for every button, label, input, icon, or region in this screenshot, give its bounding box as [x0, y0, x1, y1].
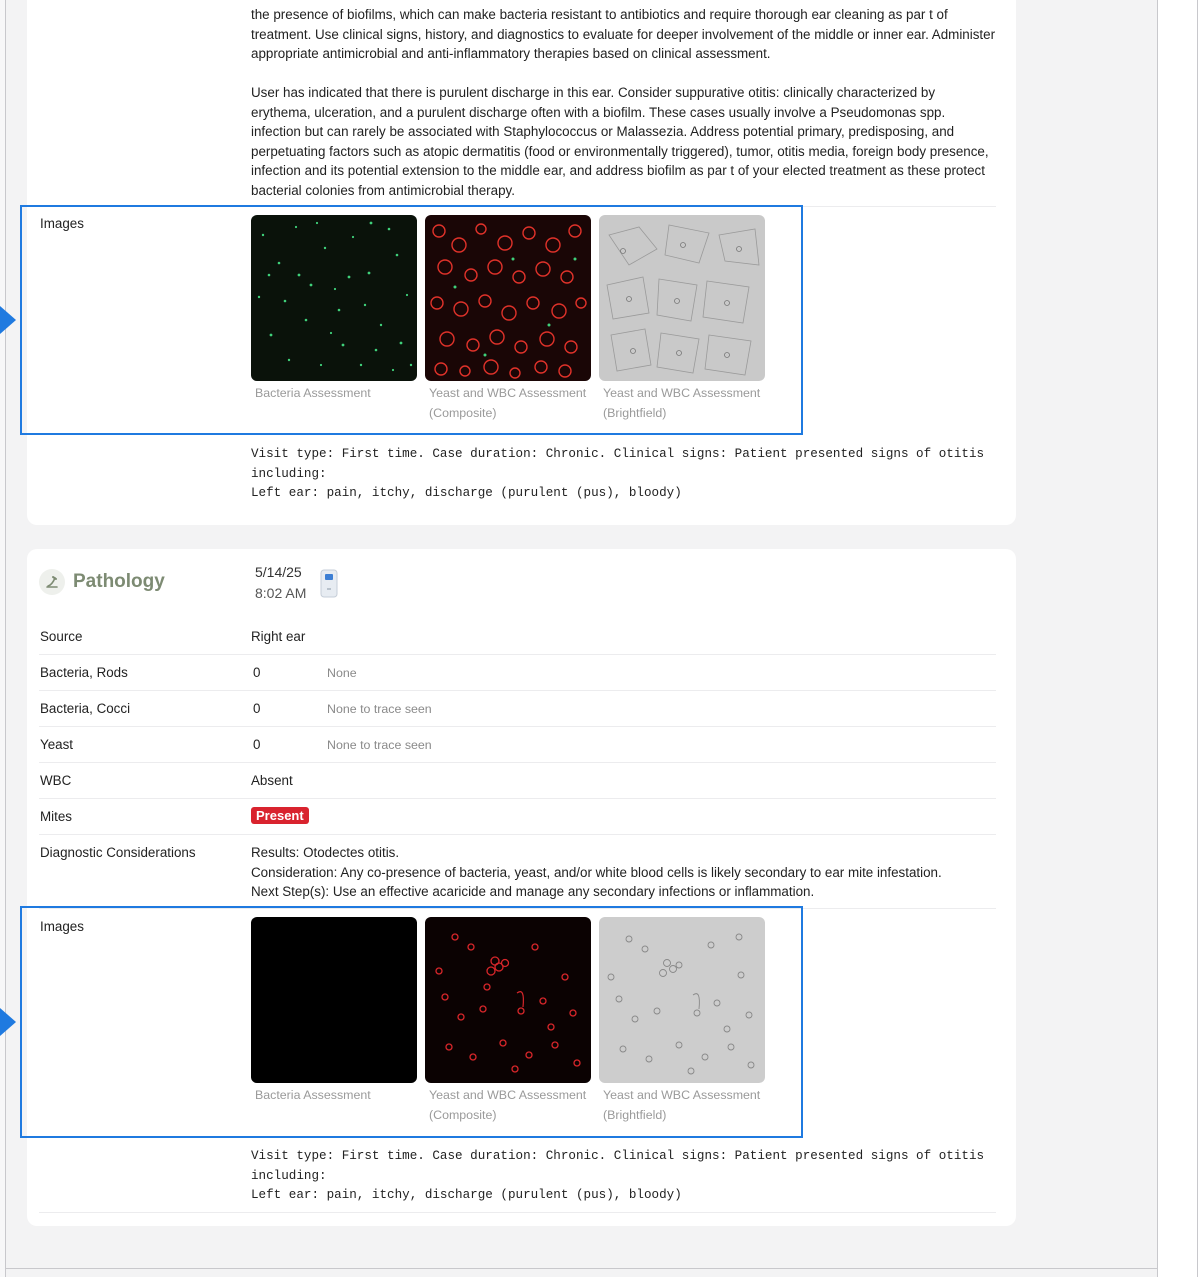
result-datetime: 5/14/25 8:02 AM [255, 562, 306, 604]
visit-notes: Visit type: First time. Case duration: C… [251, 1149, 985, 1202]
row-label: Diagnostic Considerations [40, 845, 196, 860]
right-scroll-panel [1157, 0, 1198, 1277]
arrow-right-pointer-icon [0, 306, 16, 334]
highlight-box [20, 906, 803, 1138]
diagnostic-text: Results: Otodectes otitis. Consideration… [251, 843, 996, 902]
pathology-header: Pathology [39, 569, 165, 595]
result-row-bacteria-cocci: Bacteria, Cocci 0 None to trace seen [39, 691, 996, 727]
result-row-yeast: Yeast 0 None to trace seen [39, 727, 996, 763]
row-value: 0 [253, 737, 261, 752]
result-row-wbc: WBC Absent [39, 763, 996, 799]
result-row-bacteria-rods: Bacteria, Rods 0 None [39, 655, 996, 691]
row-label: Yeast [40, 737, 74, 752]
row-value: Absent [251, 773, 293, 788]
result-row-source: Source Right ear [39, 619, 996, 655]
result-row-mites: Mites Present [39, 799, 996, 835]
diagnostic-line: Results: Otodectes otitis. [251, 845, 400, 860]
row-qualifier: None to trace seen [327, 738, 432, 752]
arrow-right-pointer-icon [0, 1008, 16, 1036]
row-value: 0 [253, 665, 261, 680]
pathology-title: Pathology [73, 571, 165, 592]
result-row-diagnostic: Diagnostic Considerations Results: Otode… [39, 835, 996, 909]
highlight-box [20, 205, 803, 435]
row-qualifier: None [327, 666, 357, 680]
status-badge: Present [251, 807, 309, 824]
row-label: WBC [40, 773, 72, 788]
result-date: 5/14/25 [255, 564, 302, 580]
diagnostic-line: Next Step(s): Use an effective acaricide… [251, 884, 815, 899]
result-time: 8:02 AM [255, 585, 307, 601]
row-label: Bacteria, Rods [40, 665, 128, 680]
mites-status-badge: Present [251, 807, 309, 824]
visit-notes: Visit type: First time. Case duration: C… [251, 447, 985, 500]
bottom-edge-line [6, 1268, 1157, 1269]
row-value: Right ear [251, 629, 306, 644]
microscope-icon [39, 569, 65, 595]
row-label: Mites [40, 809, 72, 824]
row-value: 0 [253, 701, 261, 716]
row-label: Bacteria, Cocci [40, 701, 131, 716]
row-label: Source [40, 629, 83, 644]
diagnostic-row [39, 0, 996, 207]
left-panel-edge [0, 0, 6, 1277]
analyzer-device-icon [318, 569, 340, 599]
diagnostic-line: Consideration: Any co-presence of bacter… [251, 864, 942, 880]
row-qualifier: None to trace seen [327, 702, 432, 716]
